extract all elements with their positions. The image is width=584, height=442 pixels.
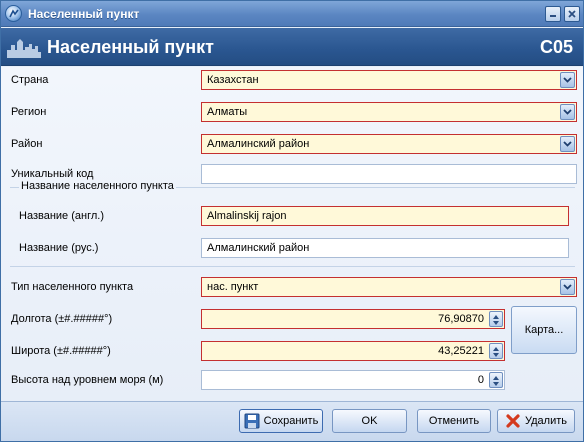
country-select[interactable]: Казахстан bbox=[201, 70, 577, 90]
header-code: C05 bbox=[539, 37, 573, 57]
district-dropdown-button[interactable] bbox=[560, 136, 575, 152]
app-icon bbox=[5, 5, 22, 22]
dialog-header: Населенный пункт C05 bbox=[1, 28, 583, 66]
region-select[interactable]: Алматы bbox=[201, 102, 577, 122]
name-ru-label: Название (рус.) bbox=[19, 242, 99, 254]
latitude-value: 43,25221 bbox=[438, 345, 484, 357]
district-select[interactable]: Алмалинский район bbox=[201, 134, 577, 154]
delete-x-icon bbox=[506, 414, 520, 428]
save-button[interactable]: Сохранить bbox=[239, 409, 323, 433]
country-dropdown-button[interactable] bbox=[560, 72, 575, 88]
altitude-spinner[interactable] bbox=[489, 372, 503, 388]
cancel-button[interactable]: Отменить bbox=[417, 409, 491, 433]
name-ru-input[interactable]: Алмалинский район bbox=[201, 238, 569, 258]
title-bar: Населенный пункт bbox=[1, 1, 583, 27]
minimize-button[interactable] bbox=[545, 6, 561, 22]
locality-type-dropdown-button[interactable] bbox=[560, 279, 575, 295]
region-value: Алматы bbox=[207, 106, 248, 118]
longitude-label: Долгота (±#.#####°) bbox=[11, 313, 113, 325]
unique-code-label: Уникальный код bbox=[11, 168, 94, 180]
dialog-window: Населенный пункт Населенный пункт C05 Ст… bbox=[0, 0, 584, 442]
longitude-value: 76,90870 bbox=[438, 313, 484, 325]
latitude-input[interactable]: 43,25221 bbox=[201, 341, 505, 361]
altitude-input[interactable]: 0 bbox=[201, 370, 505, 390]
locality-type-value: нас. пункт bbox=[207, 281, 259, 293]
region-label: Регион bbox=[11, 106, 47, 118]
chevron-down-icon bbox=[563, 77, 572, 83]
country-value: Казахстан bbox=[207, 74, 259, 86]
longitude-input[interactable]: 76,90870 bbox=[201, 309, 505, 329]
name-group-title: Название населенного пункта bbox=[19, 180, 176, 192]
form-area: Страна Казахстан Регион Алматы Район Алм… bbox=[1, 67, 583, 401]
ok-button[interactable]: OK bbox=[332, 409, 407, 433]
locality-type-select[interactable]: нас. пункт bbox=[201, 277, 577, 297]
name-en-input[interactable]: Almalinskij rajon bbox=[201, 206, 569, 226]
name-en-label: Название (англ.) bbox=[19, 210, 104, 222]
map-button[interactable]: Карта... bbox=[511, 306, 577, 354]
country-label: Страна bbox=[11, 74, 49, 86]
minimize-icon bbox=[550, 15, 556, 17]
latitude-spinner[interactable] bbox=[489, 343, 503, 359]
close-icon bbox=[568, 10, 576, 18]
window-title: Населенный пункт bbox=[28, 7, 140, 21]
delete-button[interactable]: Удалить bbox=[497, 409, 575, 433]
save-label: Сохранить bbox=[263, 415, 319, 427]
district-value: Алмалинский район bbox=[207, 138, 310, 150]
button-bar: Сохранить OK Отменить Удалить bbox=[1, 401, 583, 441]
delete-label: Удалить bbox=[525, 415, 567, 427]
cancel-label: Отменить bbox=[428, 415, 480, 427]
header-title: Населенный пункт bbox=[47, 37, 215, 57]
region-dropdown-button[interactable] bbox=[560, 104, 575, 120]
longitude-spinner[interactable] bbox=[489, 311, 503, 327]
chevron-down-icon bbox=[563, 141, 572, 147]
district-label: Район bbox=[11, 138, 43, 150]
floppy-disk-icon bbox=[244, 413, 260, 429]
close-button[interactable] bbox=[564, 6, 580, 22]
ok-label: OK bbox=[361, 415, 378, 427]
unique-code-input[interactable] bbox=[201, 164, 577, 184]
chevron-down-icon bbox=[563, 109, 572, 115]
chevron-down-icon bbox=[563, 284, 572, 290]
city-icon bbox=[7, 39, 41, 58]
latitude-label: Широта (±#.#####°) bbox=[11, 345, 111, 357]
altitude-value: 0 bbox=[477, 374, 484, 386]
locality-type-label: Тип населенного пункта bbox=[11, 281, 134, 293]
altitude-label: Высота над уровнем моря (м) bbox=[11, 374, 164, 386]
